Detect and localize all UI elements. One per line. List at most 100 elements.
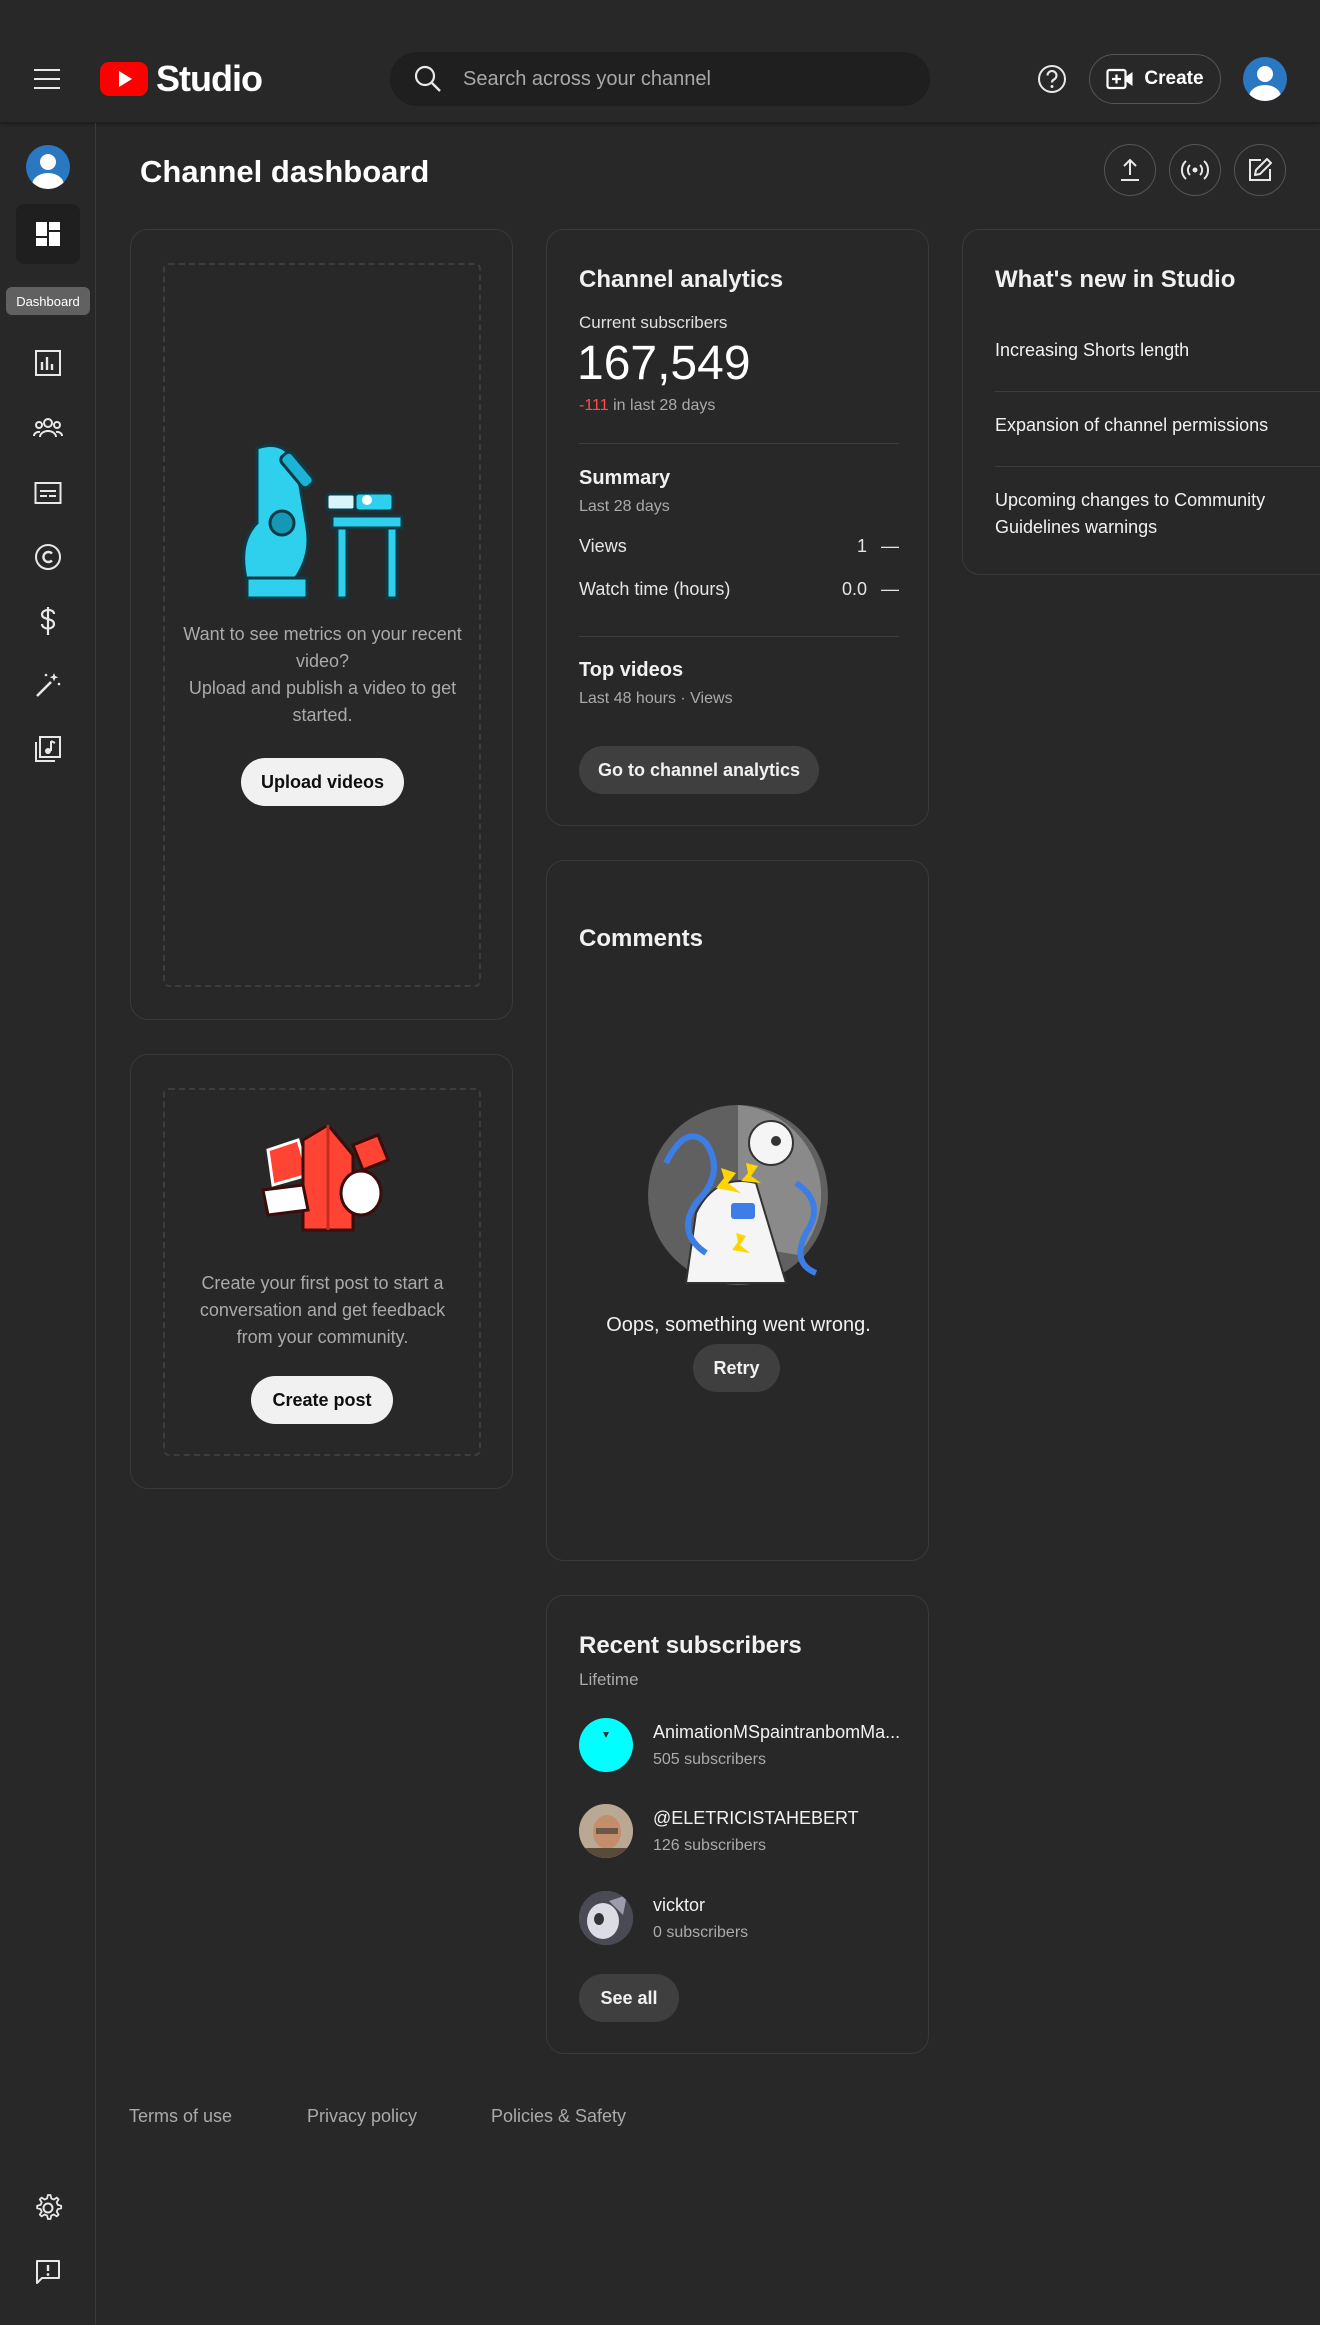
news-item[interactable]: Increasing Shorts length (995, 337, 1295, 364)
dashboard-icon (36, 222, 60, 246)
create-post-button[interactable] (1234, 144, 1286, 196)
top-bar: Studio Create (0, 0, 1320, 123)
subscriber-row[interactable]: @ELETRICISTAHEBERT 126 subscribers (579, 1804, 903, 1858)
divider (579, 443, 899, 444)
upload-video-card: Want to see metrics on your recent video… (130, 229, 513, 1020)
subscriber-name: @ELETRICISTAHEBERT (653, 1807, 859, 1828)
divider (995, 391, 1320, 392)
news-item[interactable]: Upcoming changes to Community Guidelines… (995, 487, 1295, 541)
feedback-icon (36, 2260, 60, 2284)
channel-analytics-card: Channel analytics Current subscribers 16… (546, 229, 929, 826)
upload-videos-button[interactable]: Upload videos (241, 758, 404, 806)
channel-avatar[interactable] (26, 145, 70, 189)
terms-link[interactable]: Terms of use (129, 2106, 232, 2127)
subscriber-row[interactable]: AnimationMSpaintranbomMa... 505 subscrib… (579, 1718, 903, 1772)
subscriber-count-label: 505 subscribers (653, 1750, 766, 1768)
search-input[interactable] (463, 67, 929, 91)
create-post-card: Create your first post to start a conver… (130, 1054, 513, 1489)
create-button[interactable]: Create (1089, 54, 1221, 104)
metric-value: 0.0 (841, 579, 867, 599)
subscriber-count: 167,549 (577, 337, 751, 390)
create-post-card-button[interactable]: Create post (251, 1376, 393, 1424)
sidebar-item-customization[interactable] (16, 655, 80, 715)
go-to-analytics-button[interactable]: Go to channel analytics (579, 746, 819, 794)
metric-value: 1 (856, 536, 867, 556)
go-live-button[interactable] (1169, 144, 1221, 196)
metric-label: Watch time (hours) (579, 579, 731, 599)
summary-title: Summary (579, 467, 671, 489)
subscriber-change: -111 in last 28 days (579, 397, 715, 415)
metric-row-watch-time: Watch time (hours) 0.0 — (579, 579, 899, 600)
audio-library-icon (35, 736, 61, 762)
privacy-link[interactable]: Privacy policy (307, 2106, 417, 2127)
page-title: Channel dashboard (140, 154, 430, 189)
divider (995, 466, 1320, 467)
upload-prompt-text-2: Upload and publish a video to get starte… (188, 678, 457, 725)
sidebar-item-dashboard[interactable] (16, 204, 80, 264)
subscriber-avatar (579, 1891, 633, 1945)
metric-trend: — (881, 579, 899, 599)
summary-period: Last 28 days (579, 498, 670, 515)
subscriber-count-label: 0 subscribers (653, 1923, 749, 1941)
upload-icon (1121, 158, 1139, 181)
top-videos-title: Top videos (579, 659, 684, 681)
search-icon (414, 65, 441, 92)
analytics-title: Channel analytics (579, 266, 784, 293)
comments-card: Comments Oops, something went wrong. Ret… (546, 860, 929, 1561)
magic-wand-icon (36, 673, 61, 697)
metric-row-views: Views 1 — (579, 536, 899, 557)
sidebar-item-copyright[interactable] (16, 527, 80, 587)
help-icon[interactable] (1035, 62, 1069, 96)
sidebar-item-community[interactable] (16, 398, 80, 458)
account-avatar[interactable] (1243, 57, 1287, 101)
subscriber-change-value: -111 (579, 397, 609, 414)
retry-button[interactable]: Retry (693, 1344, 780, 1392)
community-icon (33, 418, 63, 438)
gear-icon (36, 2194, 63, 2220)
comments-title: Comments (579, 925, 704, 952)
dashboard-tooltip: Dashboard (6, 287, 90, 315)
create-label: Create (1144, 68, 1204, 89)
subscriber-avatar (579, 1718, 633, 1772)
see-all-button[interactable]: See all (579, 1974, 679, 2022)
metric-trend: — (881, 536, 899, 556)
add-video-icon (1106, 68, 1133, 90)
whats-new-title: What's new in Studio (995, 266, 1236, 293)
subscriber-change-suffix: in last 28 days (613, 397, 716, 414)
sidebar-item-analytics[interactable] (16, 333, 80, 393)
sidebar-item-subtitles[interactable] (16, 463, 80, 523)
comments-error-message: Oops, something went wrong. (606, 1314, 871, 1336)
copyright-icon (35, 544, 61, 570)
studio-logo[interactable]: Studio (100, 58, 263, 100)
sidebar-item-earn[interactable] (16, 591, 80, 651)
live-broadcast-icon (1180, 160, 1210, 180)
whats-new-card: What's new in Studio Increasing Shorts l… (962, 229, 1320, 575)
youtube-logo-icon (100, 62, 148, 96)
search-box[interactable] (390, 52, 930, 106)
divider (579, 636, 899, 637)
subscribers-label: Current subscribers (579, 313, 728, 332)
recent-subscribers-period: Lifetime (579, 1670, 639, 1689)
menu-icon[interactable] (34, 62, 68, 96)
sidebar: Dashboard (0, 123, 96, 2325)
policies-link[interactable]: Policies & Safety (491, 2106, 626, 2127)
error-illustration (648, 1105, 828, 1285)
subscriber-name: vicktor (653, 1894, 706, 1915)
sidebar-item-audio-library[interactable] (16, 719, 80, 779)
upload-button[interactable] (1104, 144, 1156, 196)
logo-text: Studio (156, 58, 263, 99)
sidebar-item-feedback[interactable] (16, 2242, 80, 2302)
microscope-illustration (242, 444, 404, 600)
sidebar-item-settings[interactable] (16, 2178, 80, 2238)
subscriber-name: AnimationMSpaintranbomMa... (653, 1721, 901, 1742)
subscriber-row[interactable]: vicktor 0 subscribers (579, 1891, 903, 1945)
recent-subscribers-title: Recent subscribers (579, 1632, 802, 1659)
metric-label: Views (579, 536, 627, 556)
edit-post-icon (1249, 158, 1272, 181)
news-item[interactable]: Expansion of channel permissions (995, 412, 1295, 439)
megaphone-illustration (261, 1125, 390, 1232)
upload-prompt-text-1: Want to see metrics on your recent video… (183, 624, 462, 671)
subscriber-count-label: 126 subscribers (653, 1836, 766, 1854)
dollar-icon (40, 607, 56, 635)
recent-subscribers-card: Recent subscribers Lifetime AnimationMSp… (546, 1595, 929, 2054)
